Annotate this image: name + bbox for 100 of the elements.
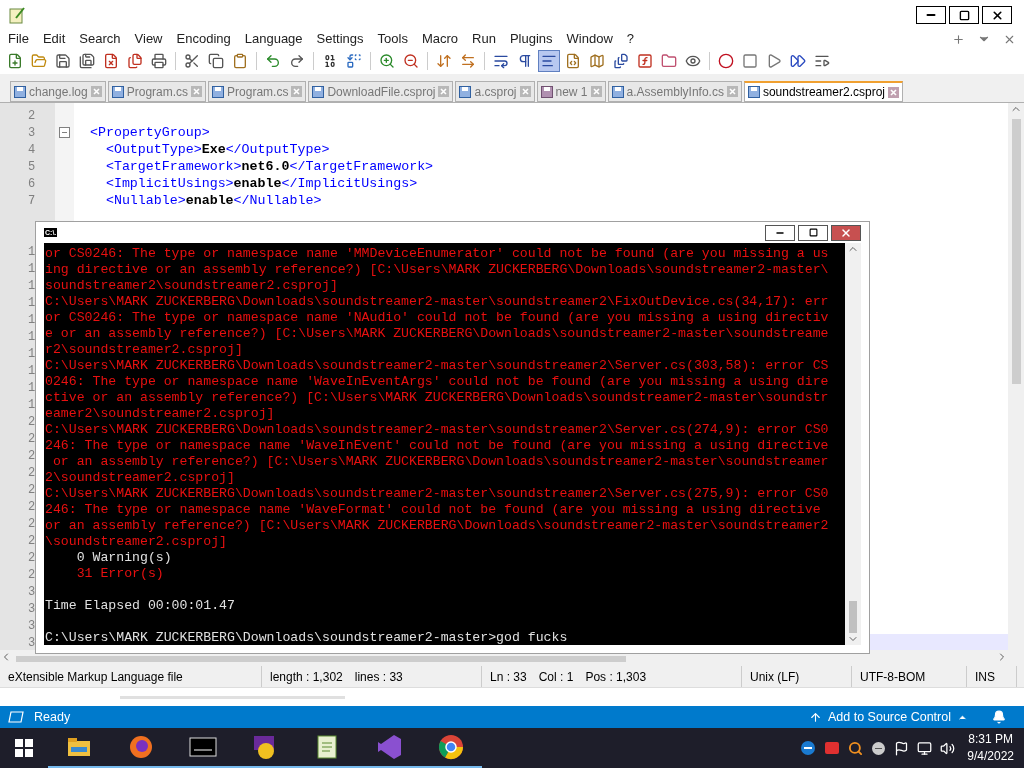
console-line: 2\soundstreamer2.csproj] <box>45 470 235 485</box>
status-text: lines : 33 <box>354 668 403 686</box>
line-number: 3 <box>28 634 36 650</box>
maximize-button[interactable] <box>798 224 828 241</box>
source-control-button[interactable]: Add to Source Control <box>809 707 968 727</box>
file-tab[interactable]: a.csproj <box>455 81 535 102</box>
flag-icon[interactable] <box>894 740 910 756</box>
line-number: 1 <box>28 311 36 329</box>
menu-item[interactable]: Plugins <box>509 29 553 49</box>
remote-icon[interactable] <box>800 740 817 756</box>
line-number: 2 <box>28 413 36 431</box>
maximize-button[interactable] <box>949 6 979 24</box>
save-icon <box>55 53 71 69</box>
pilcrow-icon <box>517 53 533 69</box>
bell-icon[interactable] <box>992 710 1006 724</box>
saved-file-icon <box>747 86 760 98</box>
line-number: 4 <box>28 141 36 159</box>
menu-item[interactable]: View <box>134 29 163 49</box>
tab-label: Program.cs <box>227 83 289 101</box>
status-text: length : 1,302 <box>270 668 343 686</box>
file-tab[interactable]: new 1 <box>536 81 606 102</box>
status-text: eXtensible Markup Language file <box>8 668 183 686</box>
menu-item[interactable]: Settings <box>316 29 364 49</box>
clock-date[interactable]: 9/4/2022 <box>967 748 1014 765</box>
line-number: 2 <box>28 566 36 584</box>
line-number: 2 <box>28 464 36 482</box>
close-file-icon <box>103 53 119 69</box>
file-tab[interactable]: a.AssemblyInfo.cs <box>607 81 742 102</box>
indent-guide-icon <box>541 53 557 69</box>
folder-icon <box>31 53 47 69</box>
console-window[interactable] <box>35 221 870 654</box>
saved-file-icon <box>611 85 624 98</box>
circle-icon[interactable] <box>871 740 887 756</box>
maximize-icon <box>958 9 970 21</box>
copy-icon <box>208 53 224 69</box>
menu-item[interactable]: File <box>8 29 29 49</box>
scissors-icon <box>184 53 200 69</box>
console-line: ing directive or an assembly reference?) [C:\Users\MARK ZUCKERBERG\Downloads\soundstreamer2-master\ <box>45 262 829 277</box>
redo-icon <box>289 53 305 69</box>
menu-item[interactable]: Language <box>244 29 303 49</box>
menu-item[interactable]: Encoding <box>176 29 231 49</box>
tab-label: a.csproj <box>474 83 517 101</box>
search-icon[interactable] <box>848 740 864 756</box>
file-tab[interactable]: Program.cs <box>208 81 307 102</box>
saved-file-icon <box>111 85 124 98</box>
minimize-button[interactable] <box>916 6 946 24</box>
close-button[interactable] <box>982 6 1012 24</box>
menu-item[interactable]: Tools <box>377 29 408 49</box>
clipboard-icon <box>232 53 248 69</box>
scrollbar-thumb[interactable] <box>16 656 626 662</box>
file-tab[interactable]: DownloadFile.csproj <box>308 81 454 102</box>
menu-item[interactable]: ? <box>626 29 635 49</box>
macro-list-icon <box>814 53 830 69</box>
folder-icon <box>661 53 677 69</box>
line-number: 1 <box>28 396 36 414</box>
line-number: 2 <box>28 430 36 448</box>
menu-item[interactable]: Window <box>566 29 613 49</box>
volume-icon[interactable] <box>940 740 956 756</box>
wrap-icon <box>493 53 509 69</box>
tab-label: a.AssemblyInfo.cs <box>626 83 724 101</box>
window-icon <box>8 711 24 723</box>
file-tab[interactable]: Program.cs <box>107 81 207 102</box>
menu-item[interactable]: Search <box>79 29 121 49</box>
menu-item[interactable]: Edit <box>42 29 66 49</box>
console-line: 0 Warning(s) <box>75 550 172 565</box>
scrollbar-thumb[interactable] <box>849 601 857 633</box>
close-button[interactable] <box>831 224 861 241</box>
close-icon <box>840 226 852 239</box>
line-number: 1 <box>28 294 36 312</box>
clock-time[interactable]: 8:31 PM <box>968 731 1013 748</box>
saved-file-icon <box>212 85 225 98</box>
file-tab[interactable]: soundstreamer2.csproj <box>743 81 903 102</box>
map-icon <box>589 53 605 69</box>
tab-label: new 1 <box>555 83 588 101</box>
line-number: 1 <box>28 345 36 363</box>
status-text: Unix (LF) <box>750 668 800 686</box>
record-icon <box>718 53 734 69</box>
console-line: C:\Users\MARK ZUCKERBERG\Downloads\soundstreamer2-master\soundstreamer2\FixOutDevice.cs(34,17): err <box>45 294 829 309</box>
add-icon[interactable] <box>952 32 965 46</box>
console-line: or CS0246: The type or namespace name 'MMDeviceEnumerator' could not be found (are you missing a us <box>45 246 829 261</box>
file-tab[interactable]: change.log <box>10 81 106 102</box>
console-line: soundstreamer2\soundstreamer2.csproj] <box>45 278 338 293</box>
minimize-button[interactable] <box>765 224 795 241</box>
indent-guide-button[interactable] <box>538 50 560 72</box>
menu-item[interactable]: Run <box>472 29 496 49</box>
line-number: 3 <box>28 124 36 142</box>
console-line: 246: The type or namespace name 'WaveInEvent' could not be found (are you missing a using directive <box>45 438 829 453</box>
chrome-icon <box>437 733 465 761</box>
code-line: <Nullable>enable</Nullable> <box>104 191 322 210</box>
app-tray-icon[interactable] <box>824 740 841 756</box>
saved-file-icon <box>312 85 325 98</box>
network-icon[interactable] <box>917 740 933 756</box>
notepad-icon <box>8 6 26 24</box>
console-line: or CS0246: The type or namespace name 'NAudio' could not be found (are you missing a using directiv <box>45 310 829 325</box>
console-line: \soundstreamer2.csproj] <box>45 534 228 549</box>
eye-icon <box>685 53 701 69</box>
collapse-icon[interactable] <box>59 127 70 138</box>
menu-item[interactable]: Macro <box>421 29 459 49</box>
scrollbar-thumb[interactable] <box>1011 119 1021 384</box>
new-file-icon <box>7 53 23 69</box>
